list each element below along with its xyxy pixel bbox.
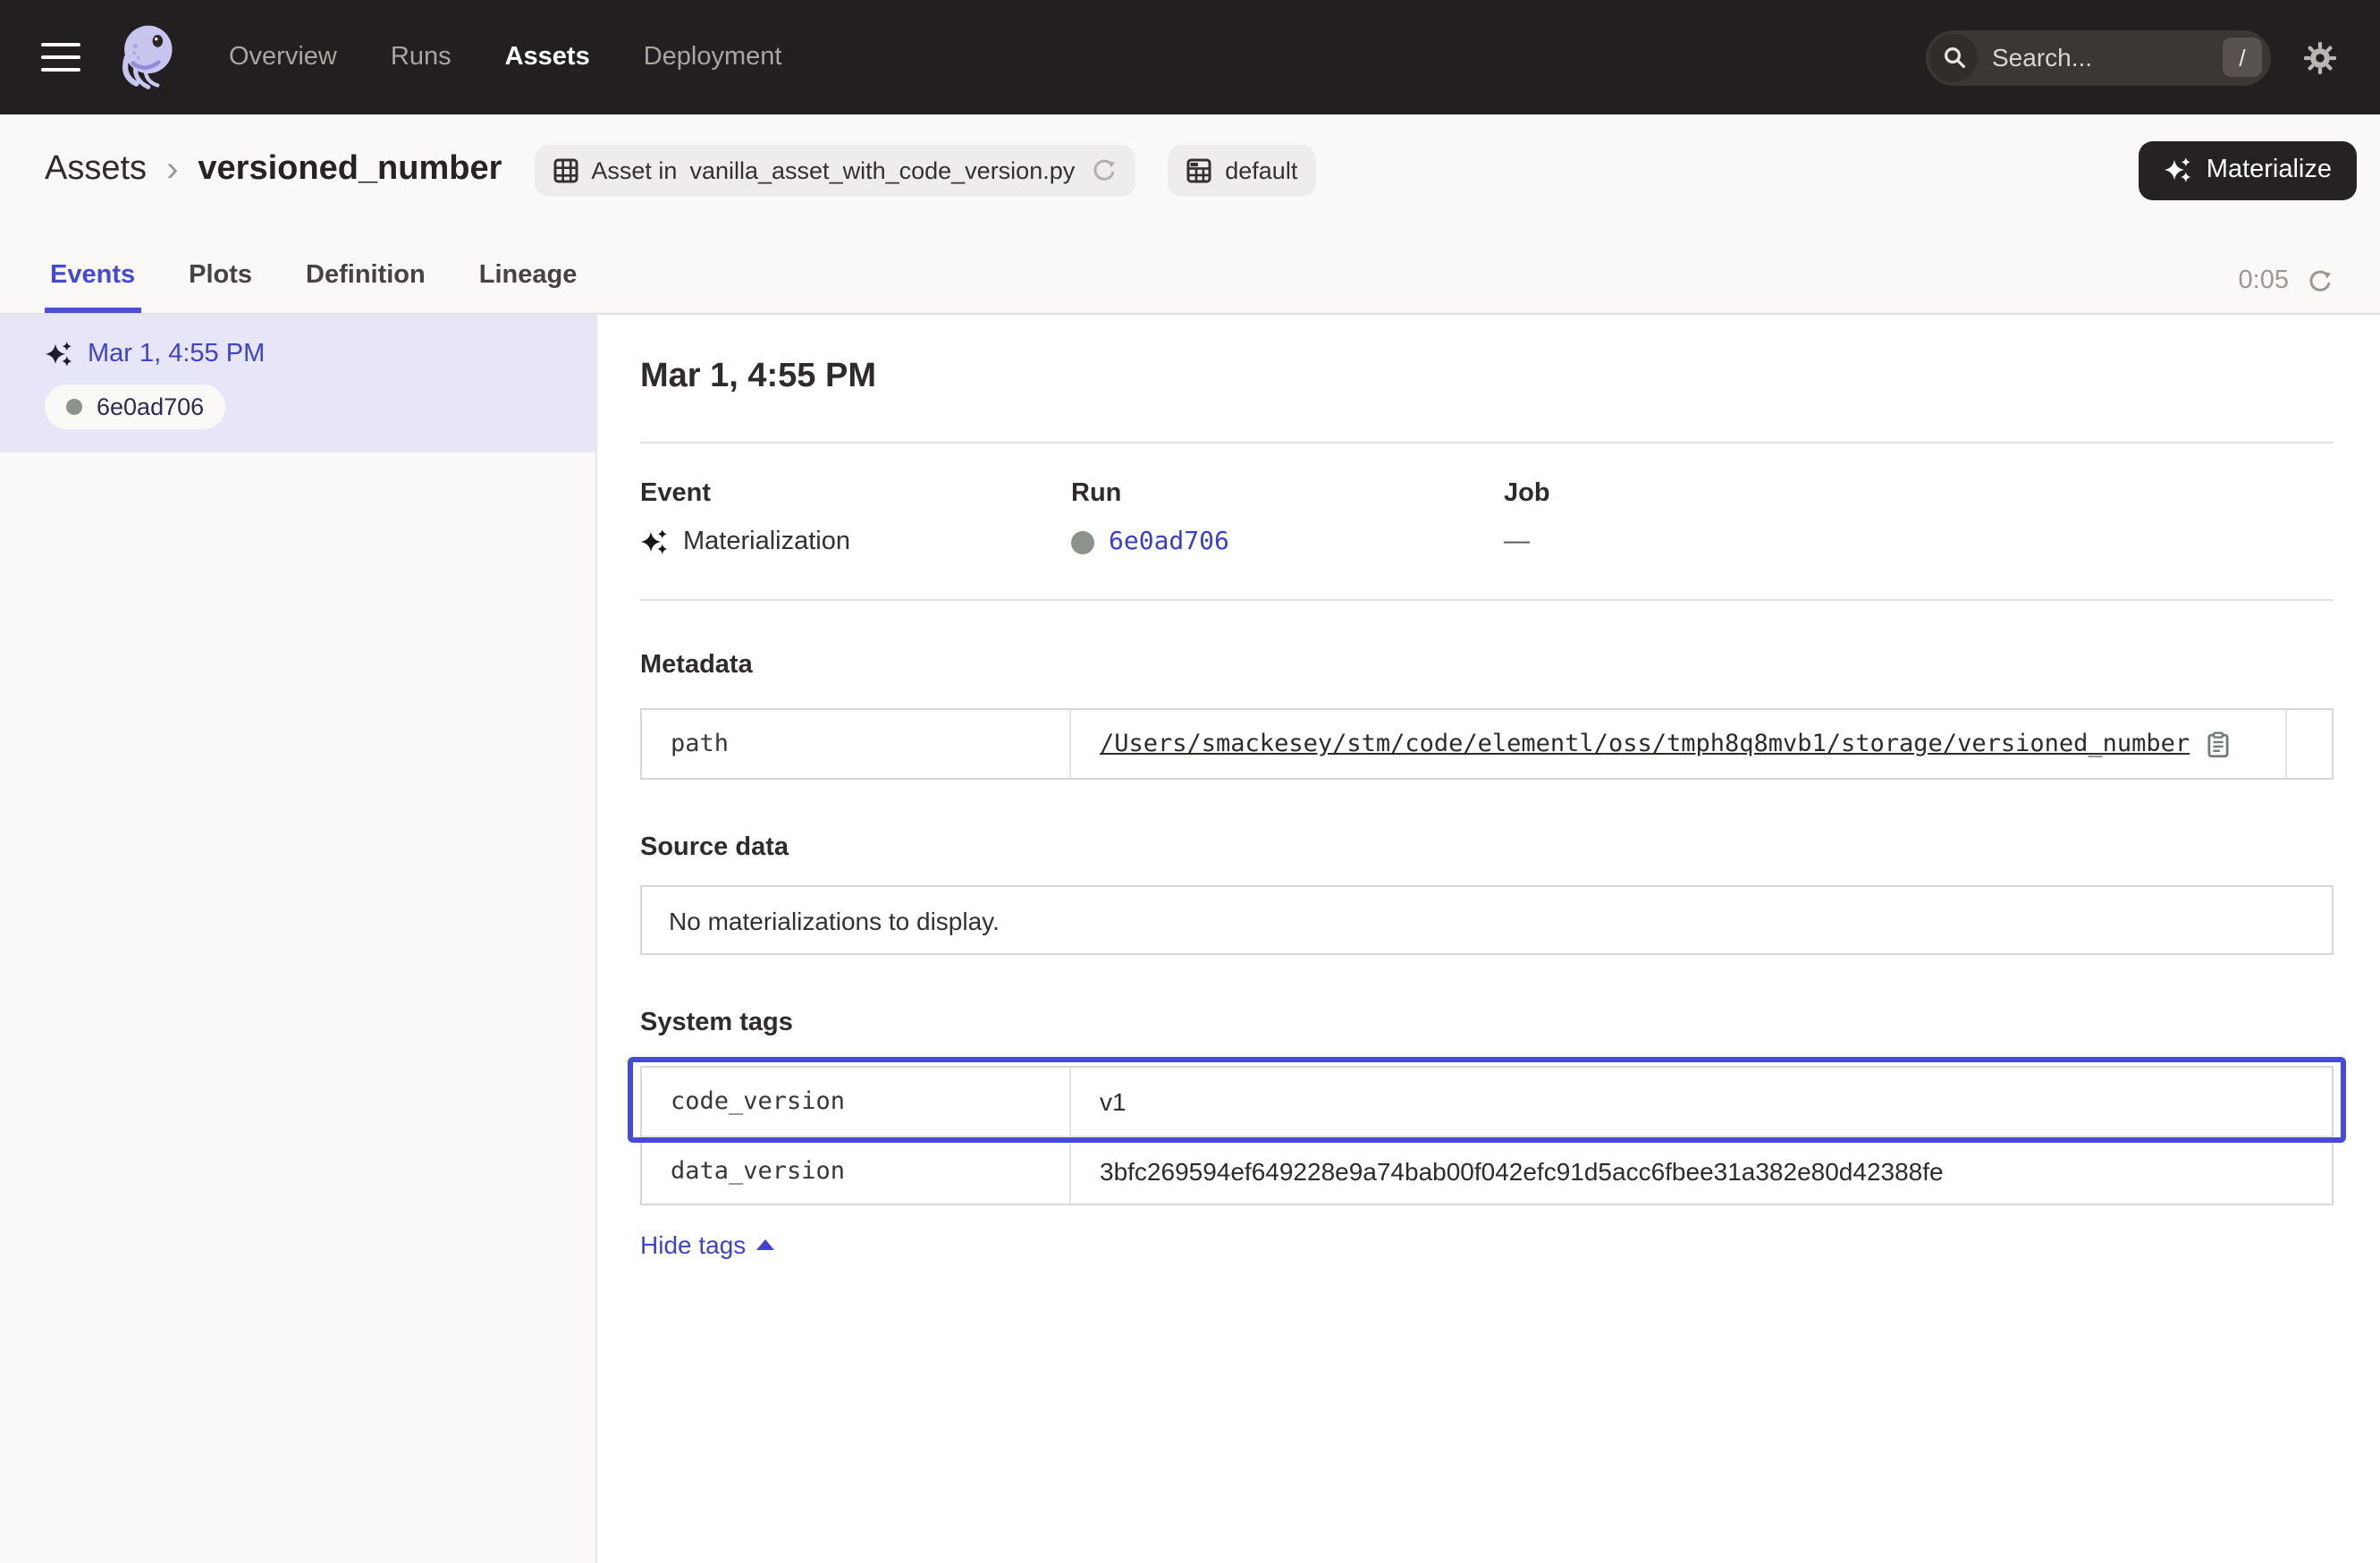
nav-item-runs[interactable]: Runs	[391, 43, 452, 72]
settings-gear-icon[interactable]	[2303, 40, 2337, 74]
hide-tags-toggle[interactable]: Hide tags	[640, 1230, 774, 1259]
refresh-status: 0:05	[2239, 266, 2334, 313]
event-column-label: Event	[640, 479, 1071, 508]
tab-lineage[interactable]: Lineage	[474, 261, 583, 313]
run-column-label: Run	[1071, 479, 1504, 508]
run-status-dot	[66, 399, 82, 415]
primary-nav: Overview Runs Assets Deployment	[229, 43, 781, 72]
nav-item-deployment[interactable]: Deployment	[644, 43, 782, 72]
materialize-button[interactable]: Materialize	[2139, 140, 2357, 199]
event-summary-row: Event Materialization Run 6e0ad706 Job —	[640, 444, 2334, 601]
tag-value: v1	[1071, 1068, 2332, 1136]
run-id-pill[interactable]: 6e0ad706	[45, 384, 225, 429]
tag-key: data_version	[642, 1136, 1071, 1204]
page-header: Assets › versioned_number Asset in vanil…	[0, 114, 2380, 315]
materialization-sparkle-icon	[640, 528, 669, 556]
dagster-logo-icon[interactable]	[107, 20, 182, 95]
asset-in-label: Asset in	[591, 156, 677, 183]
event-timestamp: Mar 1, 4:55 PM	[88, 340, 265, 368]
search-icon	[1929, 33, 1978, 81]
tab-events[interactable]: Events	[45, 261, 140, 313]
job-column-label: Job	[1504, 479, 2334, 508]
nav-item-overview[interactable]: Overview	[229, 43, 337, 72]
menu-icon[interactable]	[41, 42, 80, 72]
job-empty-value: —	[1504, 528, 1530, 556]
source-data-section: Source data No materializations to displ…	[640, 833, 2334, 955]
breadcrumb: Assets › versioned_number Asset in vanil…	[0, 138, 2380, 202]
refresh-countdown: 0:05	[2239, 266, 2289, 295]
metadata-heading: Metadata	[640, 651, 2334, 680]
refresh-icon[interactable]	[2307, 267, 2334, 294]
code-location-link[interactable]: default	[1225, 156, 1297, 183]
top-nav: Overview Runs Assets Deployment Search..…	[0, 0, 2380, 114]
source-data-heading: Source data	[640, 833, 2334, 862]
code-location-badge: default	[1168, 144, 1315, 196]
system-tags-heading: System tags	[640, 1009, 2334, 1037]
metadata-table: path /Users/smackesey/stm/code/elementl/…	[640, 708, 2334, 780]
search-shortcut-key: /	[2223, 38, 2262, 77]
asset-definition-badge: Asset in vanilla_asset_with_code_version…	[534, 144, 1135, 196]
topnav-right: Search... /	[1926, 30, 2337, 85]
workspace-icon	[1186, 156, 1212, 183]
reload-asset-icon[interactable]	[1091, 156, 1118, 183]
event-list-item[interactable]: Mar 1, 4:55 PM 6e0ad706	[0, 315, 595, 452]
run-status-dot	[1071, 530, 1094, 553]
search-placeholder: Search...	[1992, 43, 2223, 72]
metadata-section: Metadata path /Users/smackesey/stm/code/…	[640, 651, 2334, 780]
run-id-label: 6e0ad706	[97, 393, 204, 420]
event-detail-title: Mar 1, 4:55 PM	[640, 358, 2334, 397]
source-data-empty-message: No materializations to display.	[640, 885, 2334, 955]
search-input[interactable]: Search... /	[1926, 30, 2271, 85]
run-id-link[interactable]: 6e0ad706	[1109, 528, 1229, 556]
hide-tags-label: Hide tags	[640, 1230, 746, 1259]
tag-value: 3bfc269594ef649228e9a74bab00f042efc91d5a…	[1071, 1136, 2332, 1204]
content-area: Mar 1, 4:55 PM 6e0ad706 Mar 1, 4:55 PM E…	[0, 315, 2380, 1563]
materialize-label: Materialize	[2207, 156, 2332, 184]
system-tags-section: System tags code_version v1 data_version…	[640, 1009, 2334, 1263]
table-gutter	[2285, 710, 2332, 778]
caret-up-icon	[756, 1239, 774, 1250]
materialization-sparkle-icon	[45, 340, 73, 368]
event-detail-panel: Mar 1, 4:55 PM Event Materialization Run…	[597, 315, 2380, 1563]
tag-key: code_version	[642, 1068, 1071, 1136]
tab-definition[interactable]: Definition	[300, 261, 431, 313]
nav-item-assets[interactable]: Assets	[505, 43, 590, 72]
tab-plots[interactable]: Plots	[183, 261, 257, 313]
asset-file-link[interactable]: vanilla_asset_with_code_version.py	[689, 156, 1075, 183]
sparkle-icon	[2164, 156, 2192, 184]
event-list-sidebar: Mar 1, 4:55 PM 6e0ad706	[0, 315, 597, 1563]
copy-icon[interactable]	[2204, 731, 2231, 757]
page-title: versioned_number	[198, 150, 502, 190]
tab-bar: Events Plots Definition Lineage 0:05	[0, 261, 2380, 313]
breadcrumb-separator: ›	[166, 152, 178, 188]
dagster-app: Overview Runs Assets Deployment Search..…	[0, 0, 2380, 1563]
metadata-path-link[interactable]: /Users/smackesey/stm/code/elementl/oss/t…	[1100, 730, 2190, 758]
breadcrumb-assets-link[interactable]: Assets	[45, 150, 147, 190]
grid-icon	[552, 156, 578, 183]
event-type-value: Materialization	[683, 528, 850, 556]
system-tags-table: code_version v1 data_version 3bfc269594e…	[640, 1066, 2334, 1205]
app-canvas: Overview Runs Assets Deployment Search..…	[0, 0, 2380, 1563]
metadata-key: path	[642, 710, 1071, 778]
